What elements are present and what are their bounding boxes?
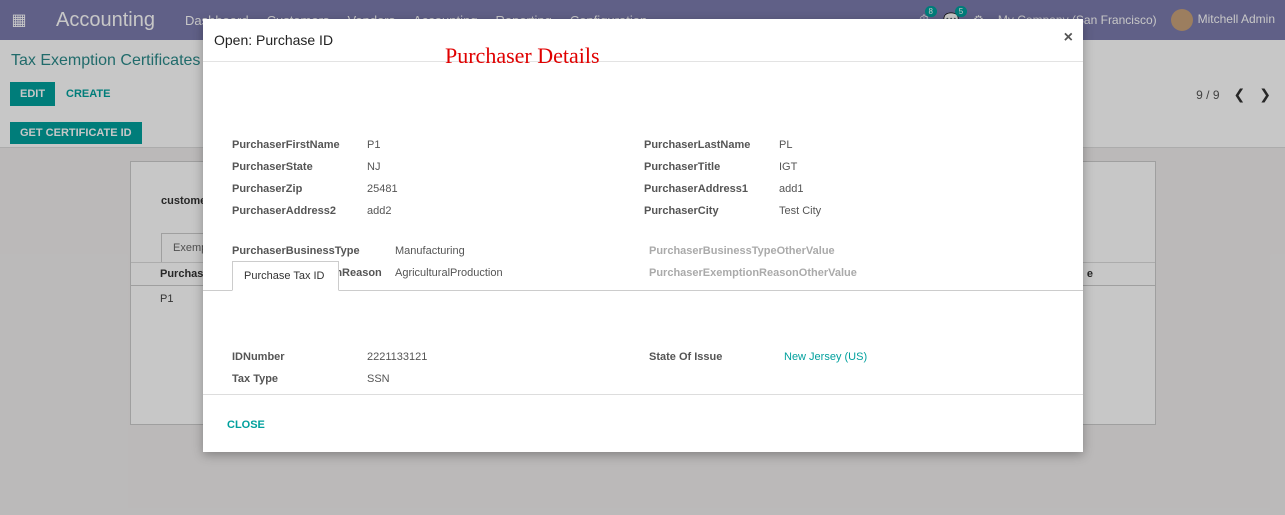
field-label: PurchaserTitle xyxy=(644,161,721,173)
modal-footer: CLOSE xyxy=(203,394,1083,452)
field-label: State Of Issue xyxy=(649,351,723,363)
field-value: NJ xyxy=(367,161,381,173)
tab-purchase-tax-id[interactable]: Purchase Tax ID xyxy=(232,261,339,291)
field-label: PurchaserLastName xyxy=(644,139,751,151)
field-label: PurchaserZip xyxy=(232,183,303,195)
field-value: Manufacturing xyxy=(395,245,465,257)
field-label: IDNumber xyxy=(232,351,285,363)
field-value: IGT xyxy=(779,161,798,173)
field-label: PurchaserFirstName xyxy=(232,139,340,151)
field-label: PurchaserAddress1 xyxy=(644,183,748,195)
field-label: PurchaserCity xyxy=(644,205,719,217)
modal-title: Open: Purchase ID xyxy=(214,32,334,48)
field-label: Tax Type xyxy=(232,373,279,385)
field-label: PurchaserExemptionReasonOtherValue xyxy=(649,267,857,279)
close-icon[interactable]: × xyxy=(1064,29,1073,47)
field-label: PurchaserAddress2 xyxy=(232,205,336,217)
field-value: Test City xyxy=(779,205,822,217)
state-of-issue-link[interactable]: New Jersey (US) xyxy=(784,351,867,363)
field-label: PurchaserBusinessType xyxy=(232,245,360,257)
field-label: PurchaserBusinessTypeOtherValue xyxy=(649,245,835,257)
field-label: PurchaserState xyxy=(232,161,313,173)
field-value: add2 xyxy=(367,205,392,217)
field-value: AgriculturalProduction xyxy=(395,267,503,279)
purchase-id-dialog: Open: Purchase ID Purchaser Details × Pu… xyxy=(203,19,1083,452)
modal-header: Open: Purchase ID Purchaser Details × xyxy=(203,19,1083,68)
purchaser-details-annotation: Purchaser Details xyxy=(445,43,600,68)
field-value: PL xyxy=(779,139,793,151)
field-value: 2221133121 xyxy=(367,351,428,363)
field-value: add1 xyxy=(779,183,804,195)
close-button[interactable]: CLOSE xyxy=(227,419,265,431)
field-value: SSN xyxy=(367,373,390,385)
field-value: 25481 xyxy=(367,183,398,195)
field-value: P1 xyxy=(367,139,381,151)
